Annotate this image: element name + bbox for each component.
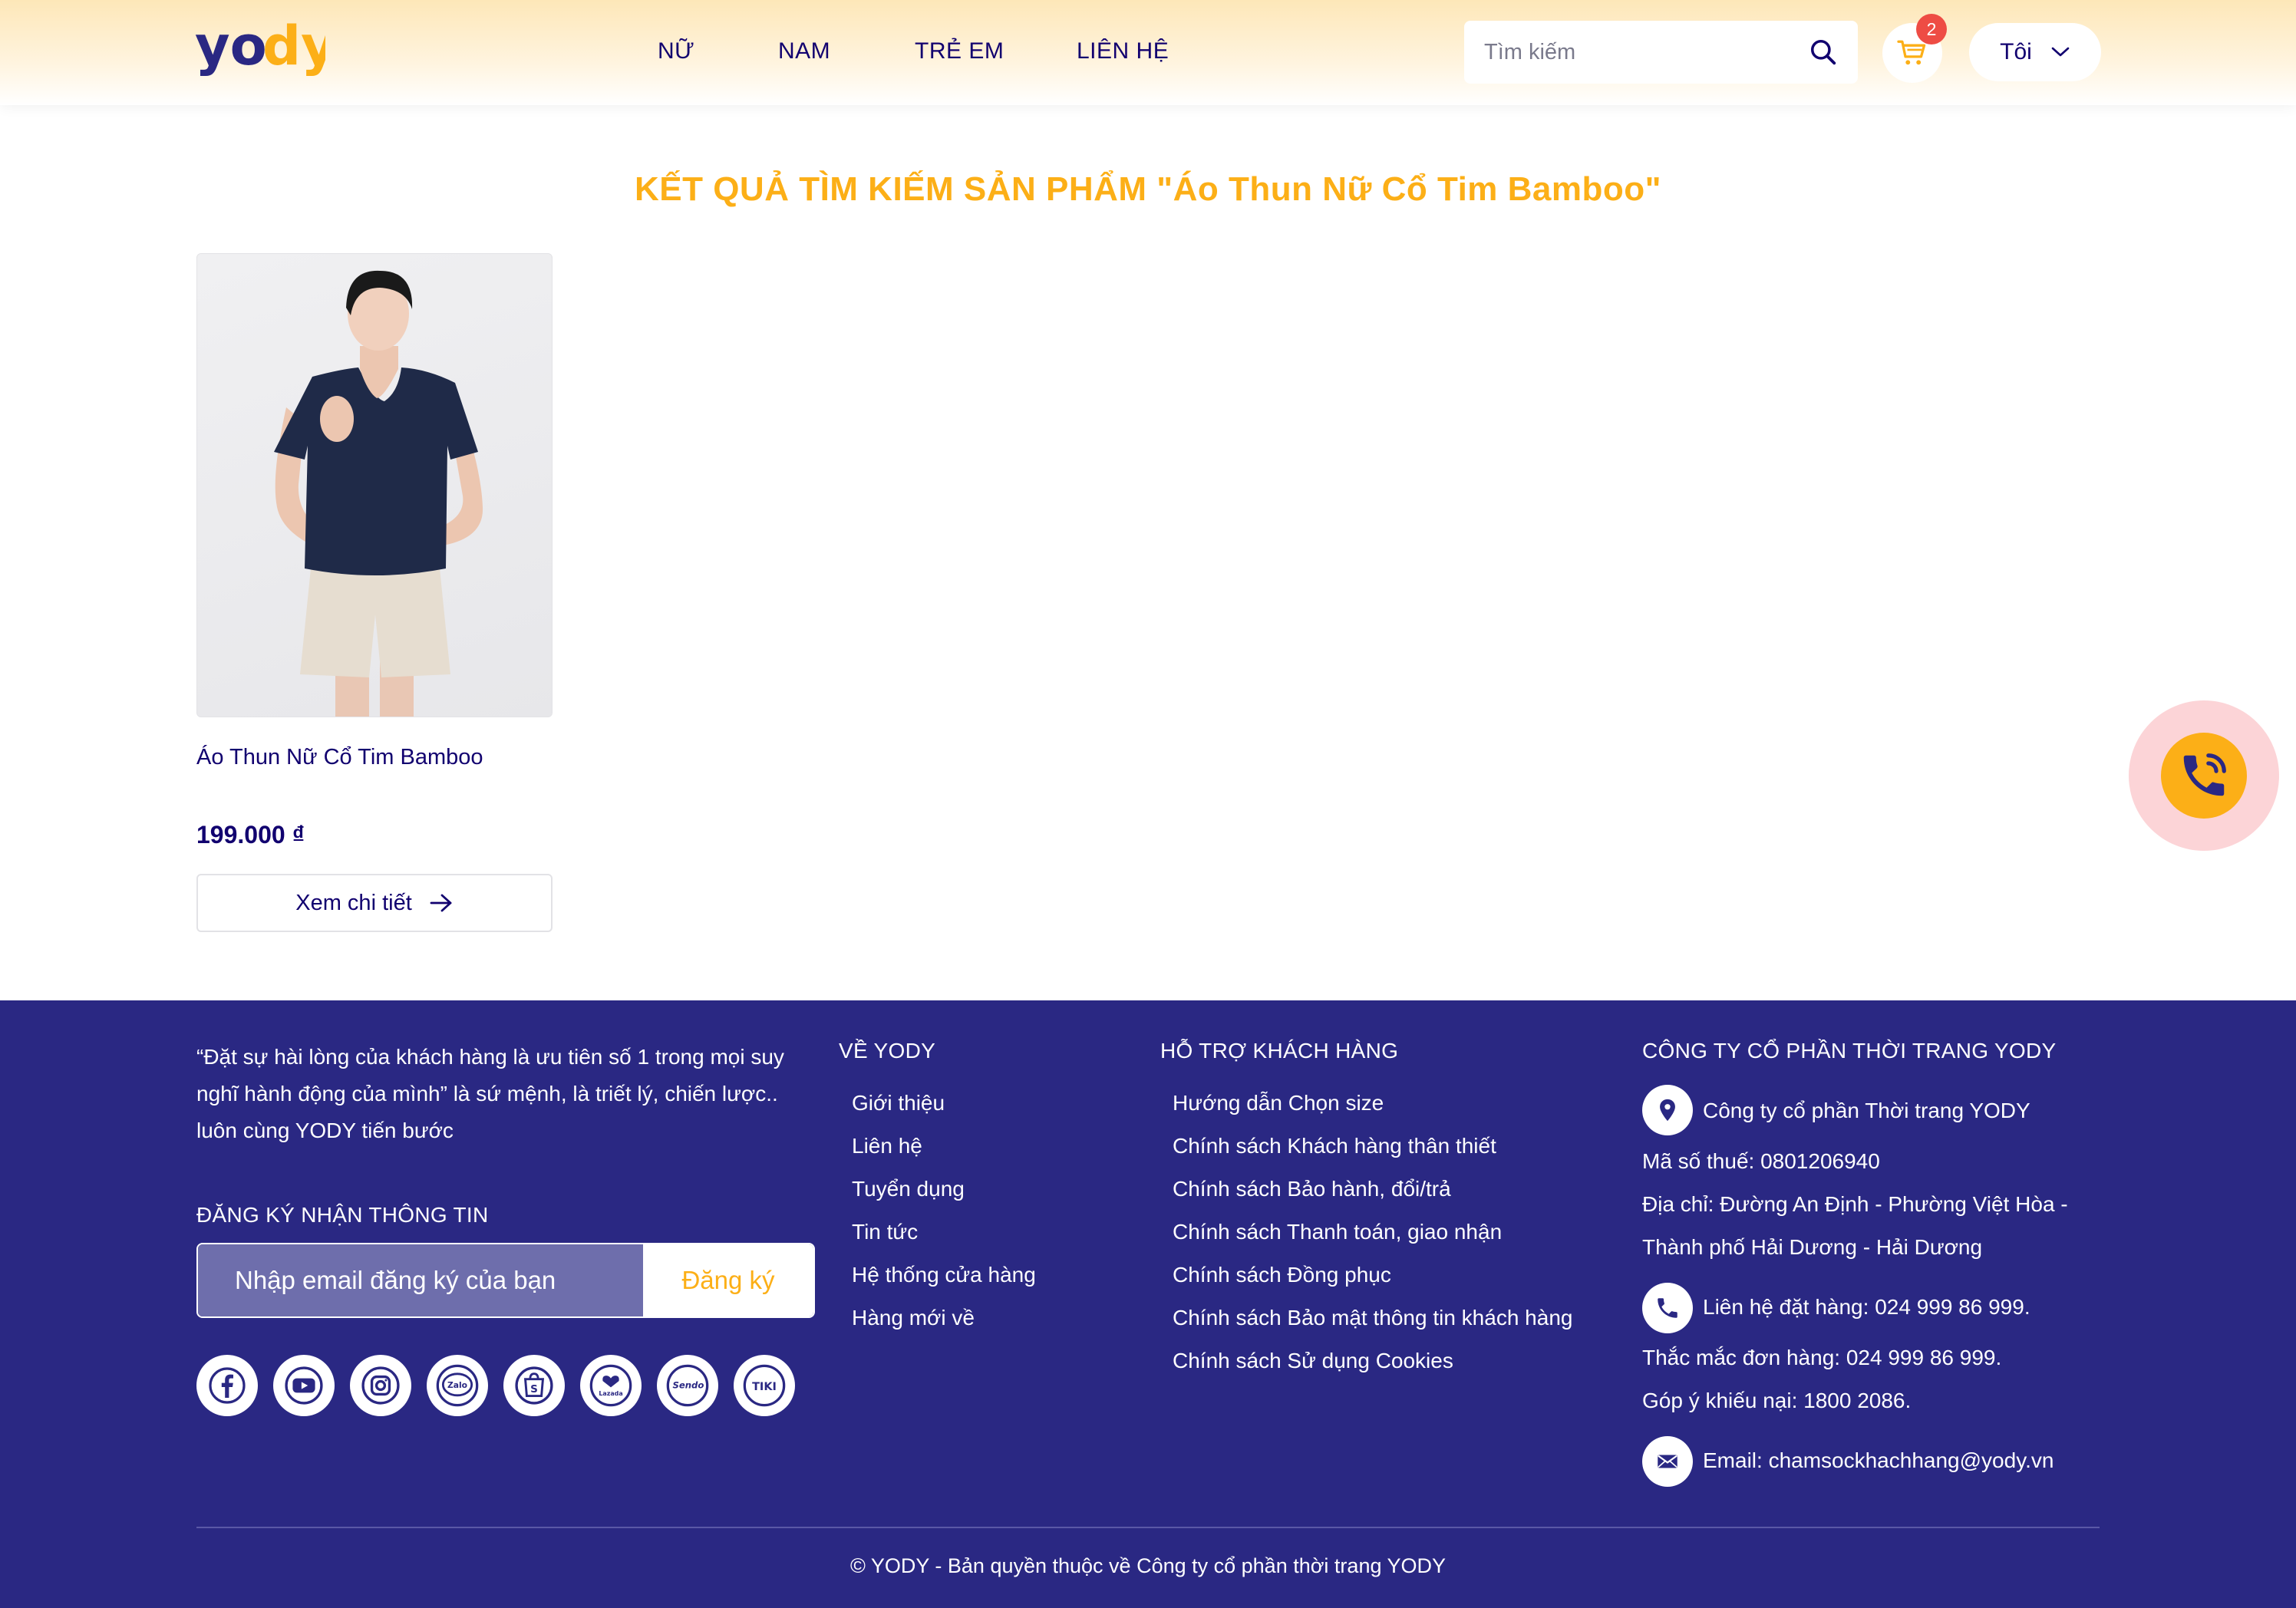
footer-link-privacy[interactable]: Chính sách Bảo mật thông tin khách hàng bbox=[1173, 1306, 1572, 1330]
search-box bbox=[1464, 21, 1858, 84]
order-question-hotline[interactable]: Thắc mắc đơn hàng: 024 999 86 999. bbox=[1642, 1346, 2001, 1370]
location-icon bbox=[1642, 1085, 1693, 1135]
footer-link-uniform[interactable]: Chính sách Đồng phục bbox=[1173, 1263, 1391, 1287]
footer-link-new-arrivals[interactable]: Hàng mới về bbox=[852, 1306, 975, 1330]
subscribe-button[interactable]: Đăng ký bbox=[643, 1244, 813, 1316]
site-footer: “Đặt sự hài lòng của khách hàng là ưu ti… bbox=[0, 1000, 2296, 1608]
svg-text:S: S bbox=[530, 1383, 538, 1395]
subscribe-email-input[interactable] bbox=[198, 1244, 643, 1316]
company-address-line1: Địa chỉ: Đường An Định - Phường Việt Hòa… bbox=[1642, 1192, 2068, 1216]
youtube-icon[interactable] bbox=[273, 1355, 335, 1416]
nav-item-kids[interactable]: TRẺ EM bbox=[915, 38, 1004, 64]
sendo-label: Sendo bbox=[672, 1380, 704, 1391]
tiki-icon[interactable]: TIKI bbox=[734, 1355, 795, 1416]
arrow-right-icon bbox=[430, 894, 452, 912]
svg-text:yo: yo bbox=[195, 20, 267, 77]
search-results-title: KẾT QUẢ TÌM KIẾM SẢN PHẨM "Áo Thun Nữ Cổ… bbox=[634, 170, 1662, 208]
complaint-hotline[interactable]: Góp ý khiếu nại: 1800 2086. bbox=[1642, 1389, 1911, 1413]
nav-item-men[interactable]: NAM bbox=[778, 38, 830, 64]
account-menu[interactable]: Tôi bbox=[1969, 23, 2101, 81]
search-input[interactable] bbox=[1484, 39, 1809, 65]
company-address-line2: Thành phố Hải Dương - Hải Dương bbox=[1642, 1235, 1983, 1259]
footer-link-stores[interactable]: Hệ thống cửa hàng bbox=[852, 1263, 1036, 1287]
about-heading: VỀ YODY bbox=[839, 1039, 936, 1063]
product-photo-illustration bbox=[274, 270, 483, 717]
instagram-icon[interactable] bbox=[350, 1355, 411, 1416]
search-icon[interactable] bbox=[1809, 38, 1838, 67]
footer-link-warranty[interactable]: Chính sách Bảo hành, đổi/trả bbox=[1173, 1177, 1451, 1201]
account-label: Tôi bbox=[2000, 39, 2032, 64]
phone-icon bbox=[2183, 753, 2226, 796]
view-detail-button[interactable]: Xem chi tiết bbox=[196, 874, 553, 932]
sendo-icon[interactable]: Sendo bbox=[657, 1355, 718, 1416]
footer-link-payment[interactable]: Chính sách Thanh toán, giao nhận bbox=[1173, 1220, 1502, 1244]
footer-link-news[interactable]: Tin tức bbox=[852, 1220, 918, 1244]
lazada-icon[interactable]: Lazada bbox=[580, 1355, 642, 1416]
product-name[interactable]: Áo Thun Nữ Cổ Tim Bamboo bbox=[196, 745, 553, 770]
company-tax-id: Mã số thuế: 0801206940 bbox=[1642, 1149, 1880, 1173]
support-email[interactable]: Email: chamsockhachhang@yody.vn bbox=[1703, 1448, 2054, 1473]
svg-text:dy: dy bbox=[262, 20, 325, 77]
email-icon bbox=[1642, 1436, 1693, 1487]
social-links: Zalo S Lazada Sendo TIKI bbox=[196, 1355, 795, 1416]
company-name: Công ty cổ phần Thời trang YODY bbox=[1703, 1099, 2030, 1122]
footer-divider bbox=[196, 1527, 2100, 1528]
cart-icon bbox=[1897, 40, 1926, 65]
shopee-icon[interactable]: S bbox=[503, 1355, 565, 1416]
company-heading: CÔNG TY CỔ PHẦN THỜI TRANG YODY bbox=[1642, 1039, 2057, 1063]
nav-item-contact[interactable]: LIÊN HỆ bbox=[1077, 38, 1169, 64]
call-button-inner bbox=[2161, 733, 2247, 819]
copyright-text: © YODY - Bản quyền thuộc về Công ty cổ p… bbox=[849, 1554, 1447, 1577]
zalo-icon[interactable]: Zalo bbox=[427, 1355, 488, 1416]
subscribe-form: Đăng ký bbox=[196, 1243, 815, 1318]
footer-link-careers[interactable]: Tuyển dụng bbox=[852, 1177, 965, 1201]
tiki-label: TIKI bbox=[752, 1381, 777, 1393]
site-header: yo dy NỮ NAM TRẺ EM LIÊN HỆ 2 Tôi bbox=[0, 0, 2296, 105]
phone-icon bbox=[1642, 1283, 1693, 1333]
cart-button[interactable]: 2 bbox=[1882, 14, 1947, 83]
nav-item-women[interactable]: NỮ bbox=[658, 38, 694, 64]
zalo-label: Zalo bbox=[447, 1380, 467, 1390]
product-image[interactable] bbox=[196, 253, 553, 717]
footer-link-size-guide[interactable]: Hướng dẫn Chọn size bbox=[1173, 1091, 1384, 1115]
mission-statement: “Đặt sự hài lòng của khách hàng là ưu ti… bbox=[196, 1045, 784, 1142]
footer-link-cookies[interactable]: Chính sách Sử dụng Cookies bbox=[1173, 1349, 1453, 1373]
chevron-down-icon bbox=[2051, 47, 2070, 57]
facebook-icon[interactable] bbox=[196, 1355, 258, 1416]
subscribe-heading: ĐĂNG KÝ NHẬN THÔNG TIN bbox=[196, 1203, 489, 1227]
footer-link-contact[interactable]: Liên hệ bbox=[852, 1134, 922, 1158]
support-heading: HỖ TRỢ KHÁCH HÀNG bbox=[1160, 1039, 1399, 1063]
call-hotline-button[interactable] bbox=[2129, 700, 2279, 851]
yody-logo[interactable]: yo dy bbox=[195, 20, 325, 84]
cart-count-badge: 2 bbox=[1916, 14, 1947, 44]
footer-link-loyalty[interactable]: Chính sách Khách hàng thân thiết bbox=[1173, 1134, 1496, 1158]
lazada-label: Lazada bbox=[599, 1390, 622, 1397]
footer-link-about[interactable]: Giới thiệu bbox=[852, 1091, 945, 1115]
product-card: Áo Thun Nữ Cổ Tim Bamboo 199.000 ₫ Xem c… bbox=[196, 253, 553, 932]
view-detail-label: Xem chi tiết bbox=[295, 890, 412, 915]
product-price: 199.000 ₫ bbox=[196, 821, 305, 848]
order-hotline[interactable]: Liên hệ đặt hàng: 024 999 86 999. bbox=[1703, 1295, 2030, 1320]
